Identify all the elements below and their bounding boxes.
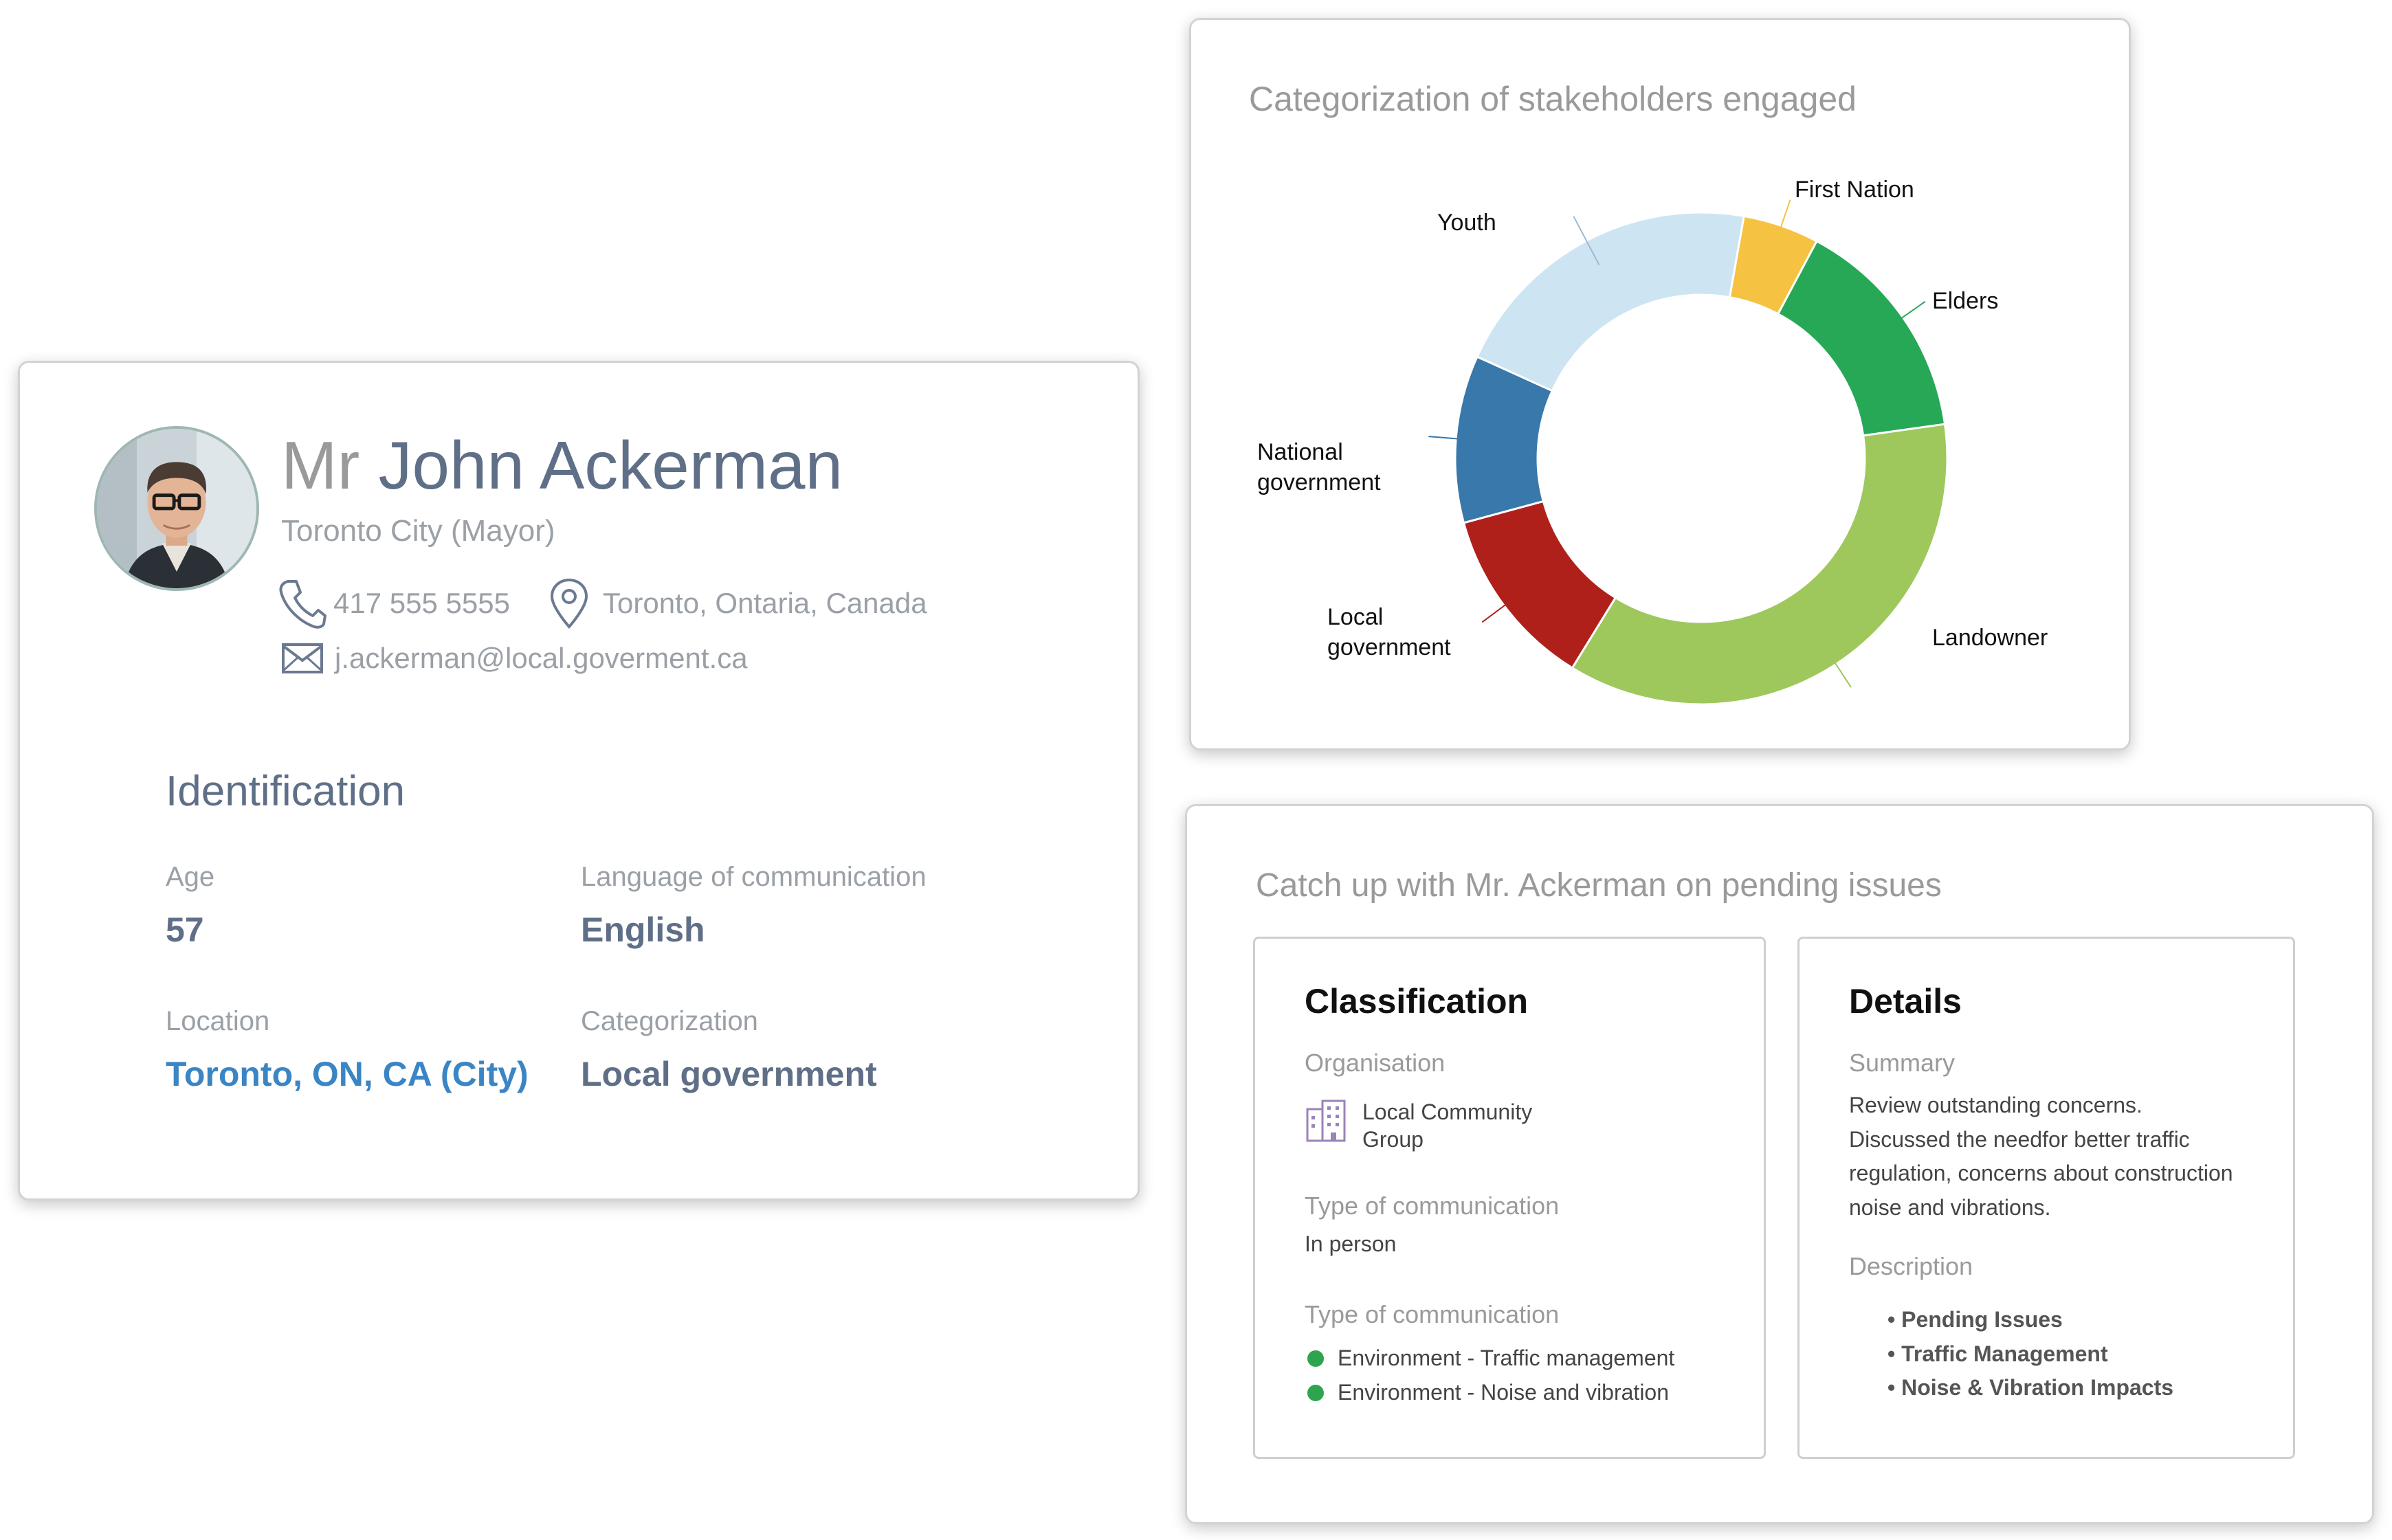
topic-text: Environment - Traffic management <box>1338 1346 1675 1370</box>
issues-title: Catch up with Mr. Ackerman on pending is… <box>1256 867 1942 904</box>
categorization-value: Local government <box>581 1055 877 1093</box>
age-label: Age <box>166 862 215 892</box>
language-value: English <box>581 911 705 949</box>
label-local-government: Local government <box>1327 604 1451 660</box>
topics-label: Type of communication <box>1305 1300 1560 1328</box>
email-contact[interactable]: j.ackerman@local.goverment.ca <box>281 642 748 675</box>
summary-text: Review outstanding concerns. Discussed t… <box>1849 1093 2233 1220</box>
topic-dot <box>1307 1384 1324 1401</box>
stakeholder-chart-card: Categorization of stakeholders engaged F… <box>1189 18 2131 750</box>
categorization-label: Categorization <box>581 1006 758 1036</box>
profile-role: Toronto City (Mayor) <box>281 514 555 548</box>
location-label: Location <box>166 1006 270 1036</box>
topic-dot <box>1307 1350 1324 1367</box>
label-youth: Youth <box>1437 210 1496 236</box>
language-label: Language of communication <box>581 862 927 892</box>
classification-panel: Classification Organisation Local Commun… <box>1253 937 1766 1459</box>
email-text: j.ackerman@local.goverment.ca <box>335 642 748 674</box>
label-first-nation: First Nation <box>1795 177 1914 203</box>
profile-card: Mr John Ackerman Toronto City (Mayor) 41… <box>18 361 1140 1201</box>
location-contact: Toronto, Ontaria, Canada <box>546 577 927 629</box>
details-panel: Details Summary Review outstanding conce… <box>1797 937 2295 1459</box>
topic-text: Environment - Noise and vibration <box>1338 1380 1670 1405</box>
comm-type-value: In person <box>1305 1231 1397 1256</box>
label-landowner: Landowner <box>1932 625 2048 651</box>
description-item: Traffic Management <box>1887 1337 2173 1372</box>
location-text: Toronto, Ontaria, Canada <box>603 587 927 619</box>
slice-elders[interactable] <box>1776 239 1947 437</box>
map-pin-icon <box>550 578 588 629</box>
description-list: Pending Issues Traffic Management Noise … <box>1887 1303 2173 1405</box>
profile-name: Mr John Ackerman <box>281 427 843 503</box>
age-value: 57 <box>166 911 204 949</box>
avatar-photo <box>97 429 256 588</box>
phone-number: 417 555 5555 <box>333 587 510 619</box>
location-link[interactable]: Toronto, ON, CA (City) <box>166 1054 529 1094</box>
summary-label: Summary <box>1849 1049 1956 1077</box>
slice-youth[interactable] <box>1475 211 1745 392</box>
phone-contact[interactable]: 417 555 5555 <box>278 577 510 629</box>
label-elders: Elders <box>1932 288 1998 314</box>
description-item: Noise & Vibration Impacts <box>1887 1371 2173 1405</box>
building-icon <box>1306 1100 1346 1142</box>
phone-icon <box>279 580 326 629</box>
full-name: John Ackerman <box>378 427 843 503</box>
avatar <box>94 426 259 591</box>
organisation-value: Local Community Group <box>1362 1100 1533 1152</box>
description-item: Pending Issues <box>1887 1303 2173 1337</box>
classification-heading: Classification <box>1305 982 1529 1020</box>
topic-item: Environment - Traffic management <box>1307 1346 1674 1371</box>
topic-item: Environment - Noise and vibration <box>1307 1380 1669 1405</box>
donut-chart: First Nation Elders Landowner Local governme… <box>1257 177 2048 706</box>
slice-landowner[interactable] <box>1571 423 1949 706</box>
description-label: Description <box>1849 1252 1973 1280</box>
details-heading: Details <box>1849 982 1962 1020</box>
pending-issues-card: Catch up with Mr. Ackerman on pending is… <box>1185 804 2374 1524</box>
label-national-government: National government <box>1257 439 1381 495</box>
mail-icon <box>282 643 323 673</box>
salutation: Mr <box>281 427 360 503</box>
comm-type-label: Type of communication <box>1305 1192 1560 1220</box>
organisation-label: Organisation <box>1305 1049 1446 1077</box>
identification-title: Identification <box>166 768 406 815</box>
